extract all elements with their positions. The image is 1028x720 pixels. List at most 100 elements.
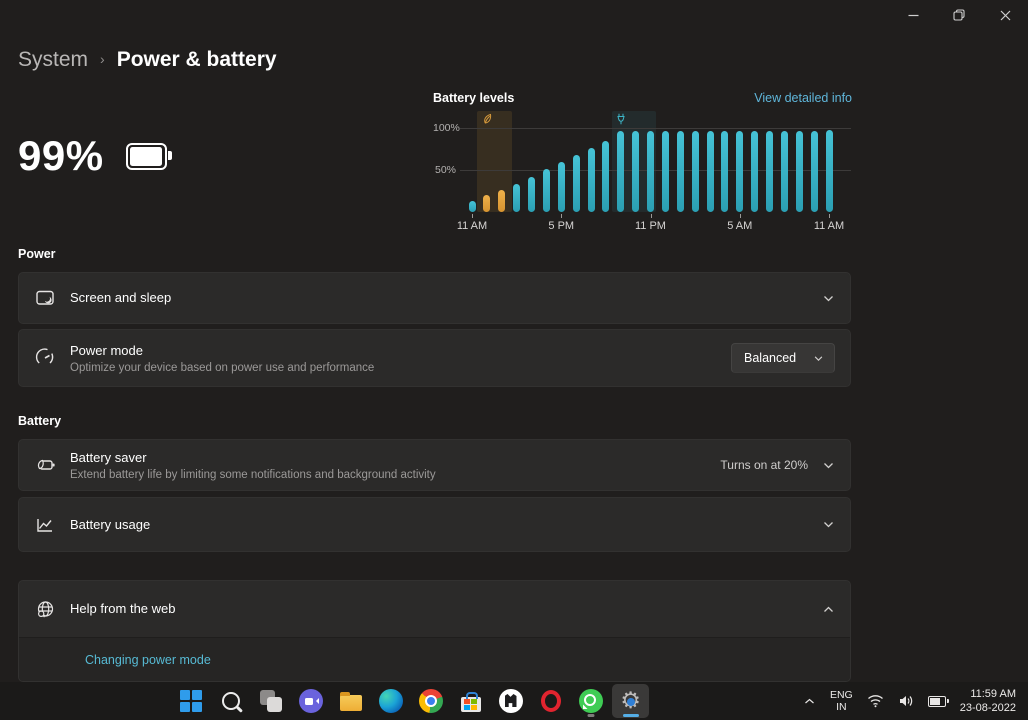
battery-saver-region [477, 111, 512, 212]
chevron-down-icon[interactable] [822, 459, 835, 472]
battery-saver-row[interactable]: Battery saver Extend battery life by lim… [18, 439, 851, 491]
row-subtitle: Extend battery life by limiting some not… [70, 469, 720, 481]
row-title: Power mode [70, 343, 143, 358]
clock[interactable]: 11:59 AM 23-08-2022 [956, 686, 1022, 716]
minimize-button[interactable] [890, 0, 936, 30]
pinned-app-button[interactable] [492, 684, 529, 718]
restore-button[interactable] [936, 0, 982, 30]
chart-plot-area: 100% 50% [433, 115, 852, 212]
chart-bar [662, 131, 669, 212]
title-bar [0, 0, 1028, 30]
language-code: ENG [830, 689, 853, 701]
whatsapp-icon [579, 689, 603, 713]
chart-bar [811, 131, 818, 212]
y-axis-label-50: 50% [433, 164, 456, 176]
battery-saver-icon [34, 455, 56, 475]
help-from-web-header[interactable]: Help from the web [19, 581, 850, 637]
x-axis-tick-label: 5 AM [717, 220, 763, 232]
taskbar-center-icons: ⚙ [172, 684, 649, 718]
power-mode-gauge-icon [34, 348, 56, 368]
battery-usage-chart-icon [34, 515, 56, 535]
running-indicator [587, 714, 594, 717]
chart-bar [766, 131, 773, 212]
x-axis-tick-label: 5 PM [538, 220, 584, 232]
breadcrumb: System › Power & battery [18, 48, 277, 72]
gridline-50 [460, 170, 851, 171]
battery-tray-button[interactable] [924, 686, 950, 716]
chevron-up-icon[interactable] [822, 603, 835, 616]
edge-icon [379, 689, 403, 713]
folder-icon [340, 695, 362, 711]
battery-percent: 99% [18, 132, 104, 180]
chart-bar [826, 130, 833, 212]
view-detailed-info-link[interactable]: View detailed info [754, 91, 852, 105]
chevron-down-icon[interactable] [822, 518, 835, 531]
screen-and-sleep-row[interactable]: Screen and sleep [18, 272, 851, 324]
x-axis-tick-label: 11 AM [449, 220, 495, 232]
video-chat-icon [299, 689, 323, 713]
chart-bar [677, 131, 684, 212]
chart-bar [602, 141, 609, 212]
edge-button[interactable] [372, 684, 409, 718]
chart-bar [796, 131, 803, 212]
chart-bar [483, 195, 490, 212]
settings-button[interactable]: ⚙ [612, 684, 649, 718]
wifi-icon [867, 694, 884, 708]
chart-bar [707, 131, 714, 212]
chart-bar [617, 131, 624, 212]
file-explorer-button[interactable] [332, 684, 369, 718]
active-indicator [623, 714, 639, 717]
screen-sleep-icon [34, 288, 56, 308]
battery-full-icon [126, 143, 167, 170]
whatsapp-button[interactable] [572, 684, 609, 718]
opera-button[interactable] [532, 684, 569, 718]
battery-usage-row[interactable]: Battery usage [18, 497, 851, 552]
battery-summary: 99% [18, 132, 167, 180]
volume-button[interactable] [894, 686, 918, 716]
x-axis-tick [740, 214, 741, 218]
video-chat-app-button[interactable] [292, 684, 329, 718]
close-button[interactable] [982, 0, 1028, 30]
plug-icon [615, 112, 627, 124]
chart-bar [498, 190, 505, 212]
speaker-icon [898, 694, 914, 708]
changing-power-mode-link[interactable]: Changing power mode [85, 653, 211, 667]
leaf-icon [481, 112, 493, 124]
chart-bar [632, 131, 639, 212]
settings-gear-icon: ⚙ [620, 690, 641, 713]
help-from-web-card: Help from the web Changing power mode [18, 580, 851, 682]
row-title: Battery usage [70, 517, 150, 532]
taskbar: ⚙ ENG IN 11:59 AM 23-08-2022 [0, 682, 1028, 720]
wifi-button[interactable] [863, 686, 888, 716]
chevron-up-icon [803, 695, 816, 708]
section-label-power: Power [18, 247, 56, 261]
chevron-down-icon [813, 353, 824, 364]
chart-bar [558, 162, 565, 212]
gridline-100 [460, 128, 851, 129]
chart-bar [736, 131, 743, 212]
row-title: Battery saver [70, 450, 147, 465]
chart-title: Battery levels [433, 91, 514, 105]
chart-bar [469, 201, 476, 212]
chrome-button[interactable] [412, 684, 449, 718]
system-tray: ENG IN 11:59 AM 23-08-2022 [799, 682, 1022, 720]
start-button[interactable] [172, 684, 209, 718]
battery-tray-icon [928, 696, 946, 707]
breadcrumb-system[interactable]: System [18, 48, 88, 72]
x-axis-tick-label: 11 PM [628, 220, 674, 232]
chrome-icon [419, 689, 443, 713]
battery-saver-value: Turns on at 20% [720, 458, 808, 472]
chart-bar [528, 177, 535, 212]
tray-time: 11:59 AM [970, 687, 1016, 701]
microsoft-store-button[interactable] [452, 684, 489, 718]
chart-bar [513, 184, 520, 212]
power-mode-dropdown[interactable]: Balanced [731, 343, 835, 373]
task-view-icon [260, 690, 282, 712]
x-axis-tick-label: 11 AM [806, 220, 852, 232]
hidden-icons-button[interactable] [799, 686, 820, 716]
help-expanded-content: Changing power mode [19, 637, 850, 681]
task-view-button[interactable] [252, 684, 289, 718]
chevron-down-icon[interactable] [822, 292, 835, 305]
search-button[interactable] [212, 684, 249, 718]
language-indicator[interactable]: ENG IN [826, 686, 857, 716]
